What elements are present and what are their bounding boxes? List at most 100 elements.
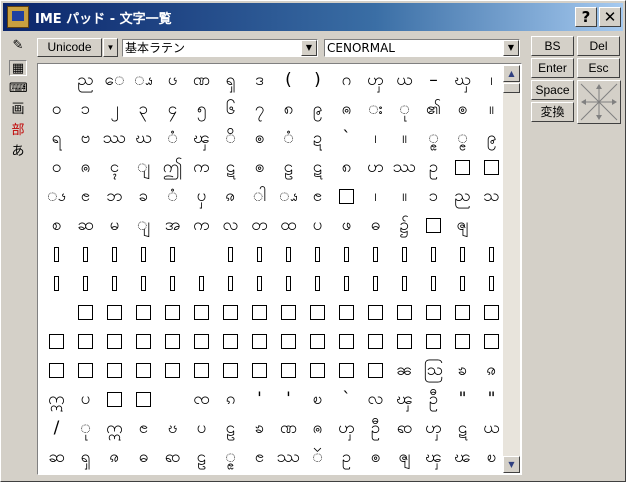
char-cell[interactable]: ဏ <box>274 414 303 443</box>
char-cell[interactable] <box>42 240 71 269</box>
char-cell[interactable]: ) <box>303 66 332 95</box>
char-cell[interactable]: ၐ <box>303 414 332 443</box>
char-cell[interactable]: ၦ <box>187 182 216 211</box>
char-cell[interactable] <box>71 327 100 356</box>
char-cell[interactable] <box>448 327 477 356</box>
char-cell[interactable]: ဋ <box>448 414 477 443</box>
esc-key-button[interactable]: Esc <box>577 58 620 78</box>
char-cell[interactable]: ၜ <box>245 124 274 153</box>
char-cell[interactable]: ည <box>71 66 100 95</box>
convert-key-button[interactable]: 変換 <box>531 102 574 122</box>
char-cell[interactable]: ၴ <box>303 443 332 472</box>
char-cell[interactable]: ဣ <box>100 414 129 443</box>
char-cell[interactable]: ံ <box>158 182 187 211</box>
encoding-button[interactable]: Unicode <box>37 38 102 57</box>
char-cell[interactable] <box>419 327 448 356</box>
char-cell[interactable]: ဥ <box>332 443 361 472</box>
char-cell[interactable] <box>245 327 274 356</box>
encoding-dropdown-arrow[interactable]: ▼ <box>103 38 118 57</box>
char-cell[interactable]: အ <box>158 211 187 240</box>
char-cell[interactable] <box>419 240 448 269</box>
char-cell[interactable] <box>361 298 390 327</box>
char-cell[interactable]: ၔ <box>129 414 158 443</box>
char-cell[interactable] <box>42 269 71 298</box>
del-key-button[interactable]: Del <box>577 36 620 56</box>
char-cell[interactable]: ၇ <box>245 95 274 124</box>
char-cell[interactable]: ' <box>245 385 274 414</box>
char-cell[interactable] <box>274 269 303 298</box>
char-cell[interactable]: ၚ <box>100 153 129 182</box>
char-cell[interactable]: ။ <box>390 182 419 211</box>
char-cell[interactable]: ၉ <box>303 95 332 124</box>
arrow-keys-pad[interactable] <box>577 80 621 124</box>
char-cell[interactable]: ဘ <box>100 182 129 211</box>
char-cell[interactable]: ၙ <box>216 443 245 472</box>
char-cell[interactable] <box>129 385 158 414</box>
char-cell[interactable]: ံ <box>158 124 187 153</box>
char-cell[interactable]: – <box>419 66 448 95</box>
char-cell[interactable]: ၜ <box>448 95 477 124</box>
char-cell[interactable]: ၛ <box>448 211 477 240</box>
char-cell[interactable]: ဠ <box>274 153 303 182</box>
char-cell[interactable] <box>100 269 129 298</box>
char-cell[interactable]: က <box>187 153 216 182</box>
char-cell[interactable]: ၜ <box>245 153 274 182</box>
char-cell[interactable]: ပ <box>71 385 100 414</box>
char-cell[interactable] <box>71 240 100 269</box>
char-cell[interactable] <box>477 240 506 269</box>
char-cell[interactable]: ည <box>448 182 477 211</box>
char-cell[interactable] <box>332 298 361 327</box>
char-cell[interactable]: ၈ <box>274 95 303 124</box>
char-cell[interactable]: က <box>187 211 216 240</box>
char-cell[interactable]: ၿ <box>477 443 506 472</box>
char-cell[interactable] <box>361 327 390 356</box>
char-cell[interactable]: " <box>448 385 477 414</box>
char-cell[interactable] <box>100 240 129 269</box>
char-cell[interactable]: ၯ <box>419 414 448 443</box>
char-cell[interactable]: ၐ <box>71 153 100 182</box>
char-cell[interactable] <box>303 356 332 385</box>
handwriting-icon[interactable]: ✎ <box>9 38 27 54</box>
char-list-icon[interactable]: ▦ <box>9 60 27 76</box>
char-cell[interactable]: ၄ <box>158 95 187 124</box>
char-cell[interactable]: ဂ <box>332 66 361 95</box>
char-cell[interactable] <box>477 298 506 327</box>
char-cell[interactable]: ဝ <box>42 153 71 182</box>
char-cell[interactable]: ၷ <box>216 182 245 211</box>
char-cell[interactable] <box>158 269 187 298</box>
char-cell[interactable]: ယ <box>390 66 419 95</box>
char-cell[interactable] <box>361 240 390 269</box>
char-cell[interactable] <box>245 356 274 385</box>
char-cell[interactable]: ဤ <box>158 153 187 182</box>
char-cell[interactable] <box>245 269 274 298</box>
char-cell[interactable] <box>303 298 332 327</box>
char-cell[interactable]: ဋ <box>303 153 332 182</box>
char-cell[interactable]: ဍ <box>303 124 332 153</box>
char-cell[interactable]: ျ <box>129 153 158 182</box>
char-cell[interactable] <box>448 240 477 269</box>
char-cell[interactable] <box>332 269 361 298</box>
char-cell[interactable] <box>71 356 100 385</box>
char-cell[interactable]: ၌ <box>390 211 419 240</box>
char-cell[interactable]: ပ <box>303 211 332 240</box>
char-cell[interactable]: ၰ <box>448 66 477 95</box>
char-cell[interactable] <box>390 240 419 269</box>
char-cell[interactable]: ေ <box>100 66 129 95</box>
char-cell[interactable]: ဣ <box>42 385 71 414</box>
char-cell[interactable]: ၓ <box>158 414 187 443</box>
char-cell[interactable] <box>361 356 390 385</box>
char-cell[interactable] <box>303 240 332 269</box>
char-cell[interactable] <box>332 356 361 385</box>
char-cell[interactable] <box>71 269 100 298</box>
char-cell[interactable]: ံ <box>274 124 303 153</box>
char-cell[interactable]: ၡ <box>71 443 100 472</box>
char-cell[interactable]: ၊ <box>361 124 390 153</box>
char-cell[interactable]: ဒ <box>245 66 274 95</box>
char-cell[interactable]: ဿ <box>274 443 303 472</box>
char-cell[interactable]: ၔ <box>245 443 274 472</box>
char-cell[interactable]: ၙ <box>419 124 448 153</box>
char-cell[interactable] <box>158 240 187 269</box>
chevron-down-icon[interactable]: ▼ <box>503 40 519 56</box>
char-cell[interactable]: ဓ <box>129 443 158 472</box>
char-cell[interactable]: မ <box>100 211 129 240</box>
